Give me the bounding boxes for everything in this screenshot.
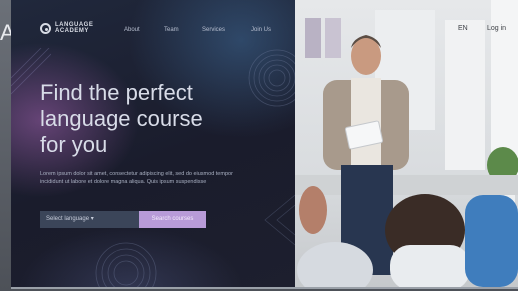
search-courses-button[interactable]: Search courses: [139, 211, 206, 228]
nav-join-us[interactable]: Join Us: [251, 27, 271, 33]
bottom-arc-decoration-icon: [95, 242, 157, 287]
nav-team[interactable]: Team: [164, 27, 179, 33]
hero-photo: EN Log in: [295, 0, 518, 287]
tv-frame: AY: [0, 0, 518, 291]
nav-services[interactable]: Services: [202, 27, 225, 33]
diamond-decoration-icon: [264, 194, 295, 246]
hero-panel: LANGUAGE ACADEMY About Team Services Joi…: [11, 0, 306, 287]
hero-title: Find the perfect language course for you: [40, 80, 203, 157]
brand-logo[interactable]: LANGUAGE ACADEMY: [40, 22, 93, 34]
hero-description: Lorem ipsum dolor sit amet, consectetur …: [40, 171, 233, 185]
logo-icon: [40, 22, 51, 34]
chevron-down-icon: ▾: [90, 216, 94, 222]
website-screen: LANGUAGE ACADEMY About Team Services Joi…: [11, 0, 518, 289]
nav-about[interactable]: About: [124, 27, 140, 33]
classroom-photo: [295, 0, 518, 287]
login-link[interactable]: Log in: [487, 25, 506, 32]
language-select-value: Select language: [46, 216, 90, 222]
language-switch[interactable]: EN: [458, 25, 468, 32]
language-select[interactable]: Select language ▾: [40, 211, 140, 228]
brand-line2: ACADEMY: [55, 28, 89, 34]
